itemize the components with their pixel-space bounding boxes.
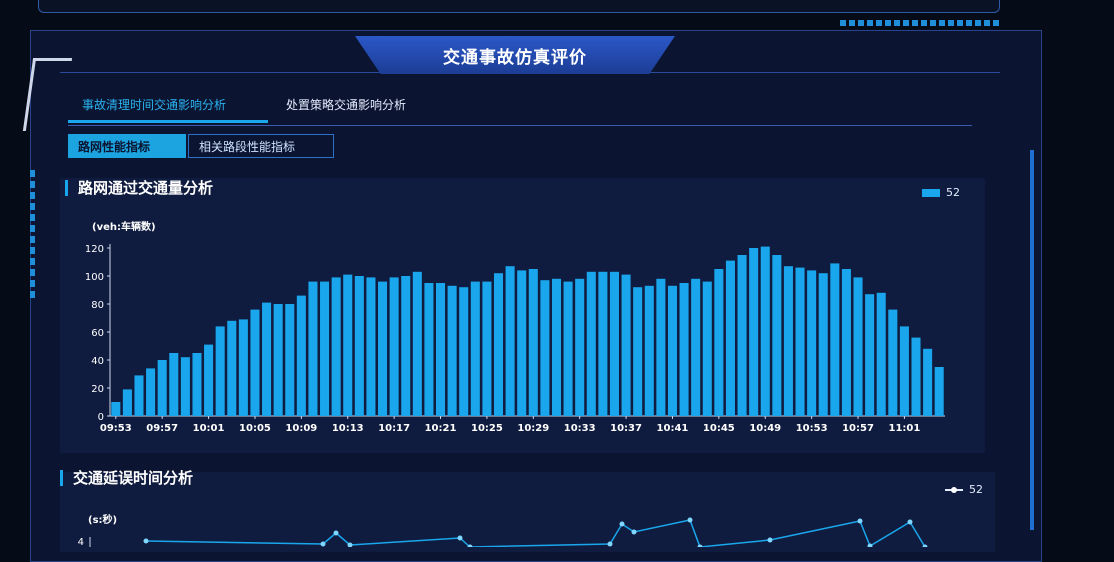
delay-point	[867, 543, 873, 547]
delay-line-chart: (s:秒) 4	[78, 513, 928, 547]
delay-point	[457, 535, 463, 541]
delay-point	[143, 538, 149, 544]
delay-point	[607, 541, 613, 547]
delay-point	[687, 517, 693, 523]
delay-point	[333, 530, 339, 536]
delay-point	[320, 541, 326, 547]
delay-series-line	[145, 519, 926, 547]
delay-point	[767, 537, 773, 543]
delay-point	[619, 521, 625, 527]
delay-point	[631, 529, 637, 535]
y-axis-label: (s:秒)	[88, 513, 117, 526]
y-tick-label: 4	[78, 537, 84, 547]
delay-point	[857, 518, 863, 524]
delay-point	[907, 519, 913, 525]
